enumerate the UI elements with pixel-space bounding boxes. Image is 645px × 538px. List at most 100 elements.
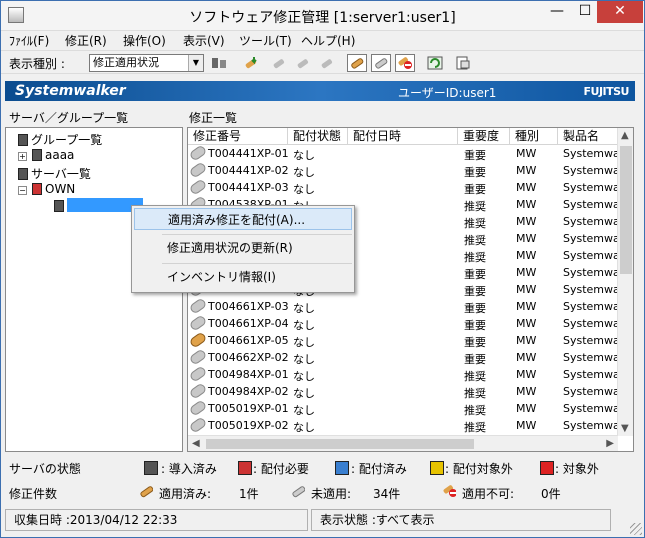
menu-tools[interactable]: ツール(T) <box>239 32 292 49</box>
systemwalker-logo: Systemwalker <box>15 83 126 99</box>
col-kind[interactable]: 種別 <box>510 128 558 145</box>
scroll-up-icon[interactable]: ▲ <box>621 130 629 141</box>
minimize-button[interactable]: — <box>543 1 571 23</box>
cell-product: Systemwa <box>563 215 620 228</box>
table-row[interactable]: T004661XP-04 なし 重要 MW Systemwa <box>188 314 620 333</box>
col-product[interactable]: 製品名 <box>558 128 618 145</box>
ctx-separator <box>162 234 352 235</box>
table-row[interactable]: T004441XP-01 なし 重要 MW Systemwa <box>188 144 620 163</box>
tree-node-selected-server[interactable] <box>54 198 143 213</box>
server-icon <box>54 200 64 212</box>
close-button[interactable]: ✕ <box>597 1 643 23</box>
maximize-button[interactable]: ☐ <box>571 1 599 23</box>
server-icon <box>18 168 28 180</box>
scroll-right-icon[interactable]: ▶ <box>606 438 614 449</box>
cell-kind: MW <box>516 419 537 432</box>
horizontal-scroll-thumb[interactable] <box>206 439 474 449</box>
horizontal-scrollbar[interactable]: ◀ ▶ <box>188 435 618 451</box>
vertical-scrollbar[interactable]: ▲ ▼ <box>617 128 633 436</box>
col-severity[interactable]: 重要度 <box>458 128 510 145</box>
export-button[interactable] <box>453 54 473 72</box>
distributed-icon <box>335 461 349 475</box>
cell-severity: 重要 <box>464 268 486 281</box>
menu-fix[interactable]: 修正(R) <box>65 32 107 49</box>
table-row[interactable]: T005019XP-02 なし 推奨 MW Systemwa <box>188 416 620 435</box>
cell-kind: MW <box>516 164 537 177</box>
col-fix-number[interactable]: 修正番号 <box>188 128 288 145</box>
menu-view[interactable]: 表示(V) <box>183 32 225 49</box>
filter-not-applicable-button[interactable] <box>395 54 415 72</box>
filter-applied-button[interactable] <box>347 54 367 72</box>
table-row[interactable]: T004661XP-05 なし 重要 MW Systemwa <box>188 331 620 350</box>
table-row[interactable]: T004441XP-02 なし 重要 MW Systemwa <box>188 161 620 180</box>
col-dist-state[interactable]: 配付状態 <box>288 128 348 145</box>
ctx-inventory[interactable]: インベントリ情報(I) <box>134 266 352 288</box>
tree-config-button[interactable] <box>209 54 229 72</box>
collapse-icon[interactable]: − <box>18 186 27 195</box>
cell-product: Systemwa <box>563 419 620 432</box>
table-row[interactable]: T005019XP-01 なし 推奨 MW Systemwa <box>188 399 620 418</box>
menu-operation[interactable]: 操作(O) <box>123 32 166 49</box>
cell-product: Systemwa <box>563 232 620 245</box>
fujitsu-logo: FUJITSU <box>583 85 630 98</box>
table-row[interactable]: T004441XP-03 なし 重要 MW Systemwa <box>188 178 620 197</box>
cell-dist-state: なし <box>293 302 315 315</box>
cell-fix-number: T004441XP-01 <box>208 147 289 160</box>
col-dist-date[interactable]: 配付日時 <box>348 128 458 145</box>
refresh-button[interactable] <box>425 54 445 72</box>
legend-installed: : 導入済み <box>161 462 217 476</box>
not-applicable-count-label: 適用不可: <box>462 487 515 501</box>
cell-severity: 重要 <box>464 319 486 332</box>
patch-applied-icon <box>188 331 208 349</box>
tree-node-server-list[interactable]: サーバ一覧 <box>18 165 91 182</box>
menu-help[interactable]: ヘルプ(H) <box>301 32 355 49</box>
tree-node-group-list[interactable]: グループ一覧 <box>18 131 102 148</box>
table-row[interactable]: T004661XP-03 なし 重要 MW Systemwa <box>188 297 620 316</box>
resize-grip-icon[interactable] <box>630 523 642 535</box>
cell-kind: MW <box>516 368 537 381</box>
installed-icon <box>144 461 158 475</box>
scroll-left-icon[interactable]: ◀ <box>192 438 200 449</box>
tree-node-aaaa[interactable]: aaaa <box>32 148 74 162</box>
server-state-label: サーバの状態 <box>9 462 81 476</box>
scroll-down-icon[interactable]: ▼ <box>621 423 629 434</box>
disabled-tool-1 <box>269 54 289 72</box>
filter-unapplied-button[interactable] <box>371 54 391 72</box>
legend-not-target: : 配付対象外 <box>445 462 513 476</box>
main-window: ソフトウェア修正管理 [1:server1:user1] — ☐ ✕ ﾌｧｲﾙ(… <box>0 0 645 538</box>
cell-product: Systemwa <box>563 164 620 177</box>
ctx-distribute-applied[interactable]: 適用済み修正を配付(A)... <box>134 208 352 230</box>
vertical-scroll-thumb[interactable] <box>620 146 632 274</box>
cell-product: Systemwa <box>563 181 620 194</box>
patch-applied-icon <box>140 486 153 498</box>
excluded-icon <box>540 461 554 475</box>
view-type-select[interactable]: 修正適用状況 ▼ <box>89 54 204 72</box>
applied-count-label: 適用済み: <box>159 487 212 501</box>
cell-product: Systemwa <box>563 249 620 262</box>
expand-icon[interactable]: + <box>18 152 27 161</box>
cell-fix-number: T005019XP-02 <box>208 419 289 432</box>
cell-severity: 推奨 <box>464 387 486 400</box>
ctx-separator <box>162 263 352 264</box>
table-row[interactable]: T004984XP-02 なし 推奨 MW Systemwa <box>188 382 620 401</box>
patch-not-applicable-icon <box>398 57 412 69</box>
context-menu: 適用済み修正を配付(A)... 修正適用状況の更新(R) インベントリ情報(I) <box>131 205 355 293</box>
patch-unapplied-icon <box>188 178 208 196</box>
fix-count-label: 修正件数 <box>9 487 58 501</box>
patch-unapplied-icon <box>188 365 208 383</box>
patch-unapplied-icon <box>188 314 208 332</box>
cell-severity: 推奨 <box>464 200 486 213</box>
menu-file[interactable]: ﾌｧｲﾙ(F) <box>9 32 49 49</box>
cell-fix-number: T004662XP-02 <box>208 351 289 364</box>
download-fix-button[interactable] <box>241 54 261 72</box>
table-row[interactable]: T004984XP-01 なし 推奨 MW Systemwa <box>188 365 620 384</box>
cell-dist-state: なし <box>293 336 315 349</box>
tree-node-own[interactable]: OWN <box>32 182 75 196</box>
ctx-refresh-status[interactable]: 修正適用状況の更新(R) <box>134 237 352 259</box>
cell-fix-number: T004441XP-02 <box>208 164 289 177</box>
patch-unapplied-icon <box>188 416 208 434</box>
cell-kind: MW <box>516 249 537 262</box>
table-row[interactable]: T004662XP-02 なし 重要 MW Systemwa <box>188 348 620 367</box>
legend-needs-dist: : 配付必要 <box>253 462 309 476</box>
cell-severity: 重要 <box>464 353 486 366</box>
